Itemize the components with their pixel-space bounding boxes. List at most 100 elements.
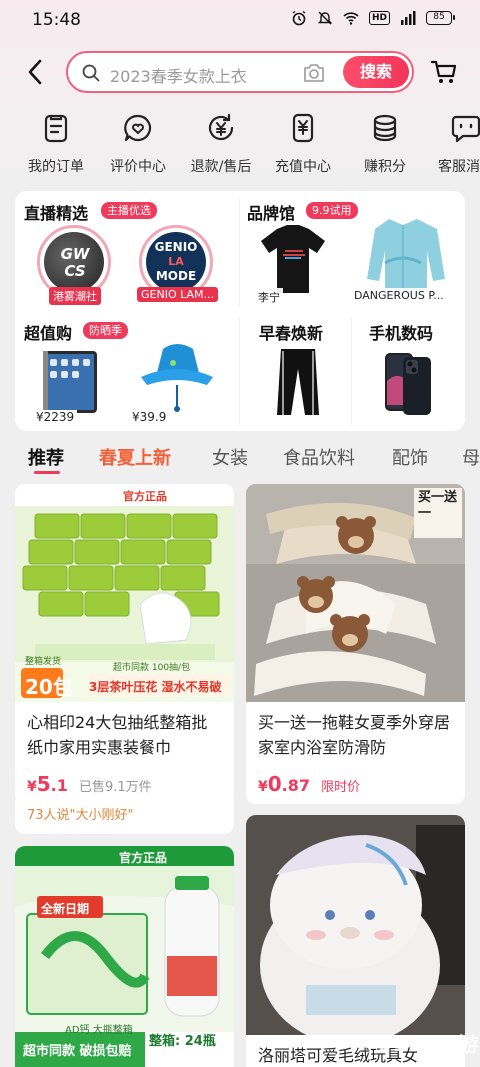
product-title: 买一送一拖鞋女夏季外穿居家室内浴室防滑防	[258, 713, 451, 757]
quick-link-orders[interactable]: 我的订单	[16, 112, 96, 176]
promo-panel: 直播精选 主播优选 GW CS 港雾潮社 GENIO LA MODE GENIO…	[15, 191, 465, 431]
ad-milk-count: 整箱: 24瓶	[149, 1034, 216, 1049]
currency-symbol: ¥	[258, 779, 268, 795]
product-card-tissue[interactable]: 官方正品 整箱发货 超市同款 100抽/包 20包 3层茶叶压花 湿水不易破 心…	[15, 484, 234, 806]
price-decimal: .87	[281, 776, 311, 795]
genio-logo-line-2: LA	[168, 255, 184, 268]
divider	[351, 317, 352, 425]
value-tag: 防晒季	[83, 322, 128, 339]
spring-title: 早春焕新	[259, 324, 324, 343]
quick-link-reviews[interactable]: 评价中心	[98, 112, 178, 176]
price-integer: 5	[36, 772, 51, 796]
brand-name-1: 李宁	[255, 288, 283, 306]
refund-icon	[208, 113, 234, 141]
live-tag: 主播优选	[101, 202, 157, 219]
signal-icon	[401, 11, 416, 25]
tissue-pack-count: 20包	[25, 675, 73, 699]
hd-icon: HD	[368, 11, 390, 25]
tab-spring-new[interactable]: 春夏上新	[99, 444, 171, 470]
price-decimal: .1	[50, 776, 68, 795]
camera-icon[interactable]	[302, 62, 326, 84]
anchor-name-1: 港雾潮社	[49, 287, 101, 305]
quick-link-recharge[interactable]: 充值中心	[263, 112, 343, 176]
bogo-badge: 买一送一	[418, 490, 458, 521]
gwcs-logo-text: GW CS	[60, 245, 90, 280]
genio-logo-line-1: GENIO	[154, 240, 198, 254]
quick-link-label: 赚积分	[364, 159, 406, 175]
digital-title: 手机数码	[369, 324, 434, 343]
divider	[239, 199, 240, 307]
search-icon	[82, 64, 100, 82]
phone-image[interactable]	[381, 351, 435, 417]
sun-hat-image[interactable]	[133, 337, 221, 417]
quick-links: 我的订单 评价中心 退款/售后 充值中心 赚积分 客服消	[0, 112, 480, 180]
card-footer: 73人说"大小刚好"	[15, 800, 234, 834]
status-icons: HD 85	[291, 10, 455, 26]
tissue-sub: 超市同款 100抽/包	[113, 663, 191, 673]
currency-symbol: ¥	[27, 779, 37, 795]
ad-milk-brand-badge: 官方正品	[119, 851, 168, 865]
brand-name-2: DANGEROUS P...	[351, 288, 447, 303]
jacket-image[interactable]	[359, 213, 447, 297]
order-icon	[44, 114, 68, 143]
battery-icon: 85	[426, 11, 455, 25]
quick-link-label: 我的订单	[28, 159, 84, 175]
cart-icon[interactable]	[430, 58, 458, 86]
product-title: 心相印24大包抽纸整箱批纸巾家用实惠装餐巾	[27, 713, 208, 757]
quick-link-label: 客服消	[438, 159, 480, 175]
product-card-ad-milk[interactable]: 官方正品 全新日期 AD钙 大瓶整箱 超市同款 破损包赔 整箱: 24瓶	[15, 846, 234, 1067]
tablet-image[interactable]	[35, 347, 105, 417]
price-row: ¥0.87 限时价	[258, 772, 360, 796]
price-integer: 0	[267, 772, 282, 796]
brand-tag: 9.9试用	[306, 202, 358, 219]
value-price-2: ¥39.9	[129, 410, 170, 424]
genio-logo-line-3: MODE	[155, 269, 197, 283]
limited-price-label: 限时价	[321, 780, 361, 795]
tab-indicator	[34, 471, 60, 474]
quick-link-label: 评价中心	[110, 159, 166, 175]
product-card-slippers[interactable]: 买一送一 买一送一拖鞋女夏季外穿居家室内浴室防滑防 ¥0.87 限时价	[246, 484, 465, 804]
sales-count: 已售9.1万件	[78, 780, 152, 795]
back-arrow-icon[interactable]	[22, 58, 50, 86]
status-time: 15:48	[32, 10, 81, 30]
tab-accessories[interactable]: 配饰	[392, 444, 428, 470]
value-price-1: ¥2239	[33, 410, 78, 424]
tissue-slogan: 3层茶叶压花 湿水不易破	[89, 680, 222, 694]
quick-link-label: 充值中心	[275, 159, 331, 175]
live-title: 直播精选	[24, 204, 89, 223]
ad-milk-new-badge: 全新日期	[41, 902, 90, 916]
review-icon	[124, 114, 152, 142]
tissue-label: 整箱发货	[25, 657, 62, 667]
tab-mother-baby[interactable]: 母	[462, 444, 480, 470]
search-bar[interactable]: 2023春季女款上衣 搜索	[66, 51, 414, 93]
category-tabs: 推荐 春夏上新 女装 食品饮料 配饰 母	[0, 440, 480, 476]
tshirt-image[interactable]	[255, 221, 331, 297]
value-title: 超值购	[24, 324, 73, 343]
review-hint: 73人说"大小刚好"	[27, 808, 134, 823]
tab-women[interactable]: 女装	[212, 444, 248, 470]
ad-milk-label: AD钙 大瓶整箱	[65, 1025, 133, 1036]
quick-link-points[interactable]: 赚积分	[345, 112, 425, 176]
coins-icon	[373, 114, 397, 142]
gwcs-logo: GW CS	[44, 232, 104, 292]
alarm-icon	[292, 10, 306, 26]
quick-link-label: 退款/售后	[190, 159, 252, 175]
watermark: 9196下游网	[378, 1032, 480, 1067]
quick-link-service[interactable]: 客服消	[426, 112, 480, 176]
divider	[239, 317, 240, 425]
tab-recommend[interactable]: 推荐	[28, 444, 64, 470]
search-button[interactable]: 搜索	[343, 56, 409, 88]
price-row: ¥5.1 已售9.1万件	[27, 772, 152, 796]
ad-milk-sub: 超市同款 破损包赔	[23, 1044, 132, 1059]
quick-link-refund[interactable]: 退款/售后	[181, 112, 261, 176]
anchor-name-2: GENIO LAM...	[137, 287, 218, 302]
genio-logo: GENIO LA MODE	[146, 232, 206, 292]
recharge-icon	[292, 113, 314, 143]
status-bar: 15:48 HD 85	[0, 0, 480, 40]
tissue-brand-badge: 官方正品	[123, 490, 167, 503]
search-input[interactable]: 2023春季女款上衣	[110, 63, 247, 87]
trousers-image[interactable]	[271, 347, 325, 417]
plush-bear-image[interactable]	[246, 815, 465, 1035]
wifi-icon	[343, 12, 359, 25]
tab-food-drink[interactable]: 食品饮料	[283, 444, 355, 470]
